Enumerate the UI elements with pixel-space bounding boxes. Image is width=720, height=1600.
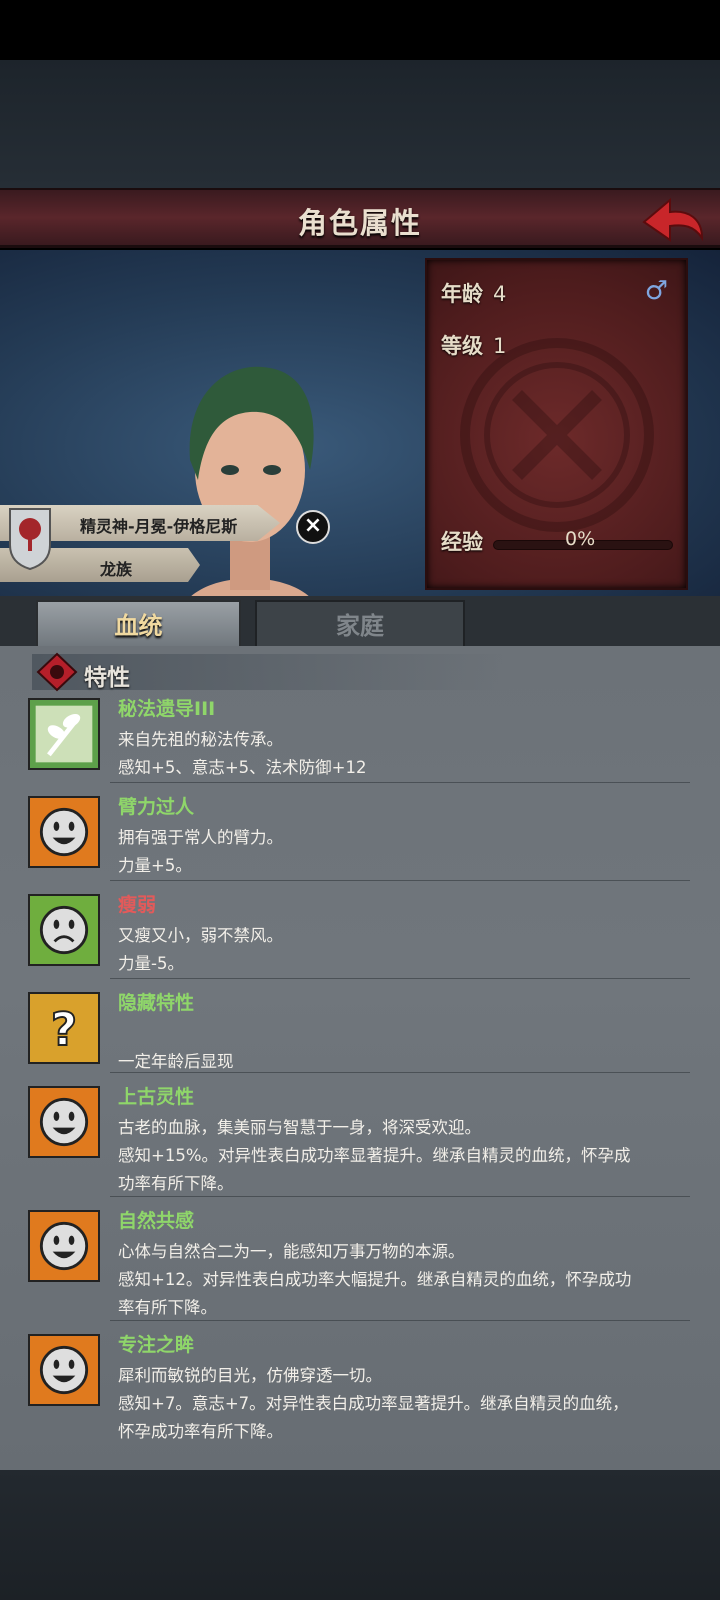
- level-label: 等级: [441, 334, 483, 358]
- exp-label: 经验: [441, 530, 483, 554]
- trait-description: 心体与自然合二为一，能感知万事万物的本源。: [118, 1242, 465, 1261]
- divider: [110, 880, 690, 881]
- trait-effect: 一定年龄后显现: [118, 1052, 234, 1071]
- tree-shield-icon: [9, 508, 51, 571]
- trait-name: 专注之眸: [118, 1334, 195, 1356]
- tab-family[interactable]: 家庭: [255, 600, 465, 650]
- sprout-icon: [28, 698, 100, 770]
- trait-name: 秘法遗导III: [118, 698, 216, 720]
- divider: [110, 1196, 690, 1197]
- page-title: 角色属性: [297, 206, 422, 240]
- trait-name: 上古灵性: [118, 1086, 195, 1108]
- sad-face-icon: [28, 894, 100, 966]
- trait-name: 臂力过人: [118, 796, 195, 818]
- divider: [110, 1320, 690, 1321]
- exp-value: 0%: [565, 528, 596, 550]
- trait-effect: 感知+12。对异性表白成功率大幅提升。继承自精灵的血统，怀孕成功: [118, 1270, 632, 1289]
- section-header: 特性: [32, 652, 512, 692]
- age-value: 4: [493, 282, 507, 306]
- trait-description: 古老的血脉，集美丽与智慧于一身，将深受欢迎。: [118, 1118, 481, 1137]
- happy-face-icon: [28, 796, 100, 868]
- section-title: 特性: [84, 665, 130, 691]
- trait-effect: 怀孕成功率有所下降。: [118, 1422, 283, 1441]
- male-gender-icon: ♂: [644, 276, 668, 306]
- close-icon[interactable]: ×: [296, 510, 330, 544]
- trait-effect: 感知+5、意志+5、法术防御+12: [118, 758, 367, 777]
- divider: [110, 1072, 690, 1073]
- happy-face-icon: [28, 1334, 100, 1406]
- bottom-background: [0, 1470, 720, 1600]
- trait-effect: 感知+15%。对异性表白成功率显著提升。继承自精灵的血统，怀孕成: [118, 1146, 631, 1165]
- level-value: 1: [493, 334, 507, 358]
- trait-description: 拥有强于常人的臂力。: [118, 828, 283, 847]
- celtic-knot-icon: [460, 338, 654, 532]
- question-mark-icon: ?: [28, 992, 100, 1064]
- trait-effect: 感知+7。意志+7。对异性表白成功率显著提升。继承自精灵的血统，: [118, 1394, 629, 1413]
- title-bar: 角色属性: [0, 188, 720, 248]
- trait-name: 自然共感: [118, 1210, 195, 1232]
- trait-description: 来自先祖的秘法传承。: [118, 730, 283, 749]
- status-bar: [0, 0, 720, 60]
- happy-face-icon: [28, 1210, 100, 1282]
- race-name: 龙族: [100, 560, 133, 579]
- back-arrow-icon[interactable]: [640, 194, 706, 244]
- trait-name: 隐藏特性: [118, 992, 195, 1014]
- top-background: [0, 60, 720, 190]
- divider: [110, 782, 690, 783]
- trait-description: 又瘦又小，弱不禁风。: [118, 926, 283, 945]
- trait-effect: 功率有所下降。: [118, 1174, 234, 1193]
- age-label: 年龄: [441, 282, 483, 306]
- level-row: 等级 1: [441, 330, 506, 360]
- trait-effect: 力量+5。: [118, 856, 192, 875]
- age-row: 年龄 4: [441, 278, 506, 308]
- tab-bloodline[interactable]: 血统: [36, 600, 241, 650]
- stats-panel: 年龄 4 ♂ 等级 1 经验 0%: [425, 258, 688, 590]
- happy-face-icon: [28, 1086, 100, 1158]
- trait-effect: 率有所下降。: [118, 1298, 217, 1317]
- trait-description: 犀利而敏锐的目光，仿佛穿透一切。: [118, 1366, 382, 1385]
- diamond-emblem-icon: [36, 652, 78, 692]
- divider: [110, 978, 690, 979]
- svg-text:?: ?: [51, 1003, 77, 1056]
- trait-effect: 力量-5。: [118, 954, 184, 973]
- trait-name: 瘦弱: [118, 894, 157, 916]
- traits-content: 特性 秘法遗导III 来自先祖的秘法传承。 感知+5、意志+5、法术防御+12 …: [0, 646, 720, 1470]
- lineage-name: 精灵神-月冕-伊格尼斯: [80, 517, 238, 536]
